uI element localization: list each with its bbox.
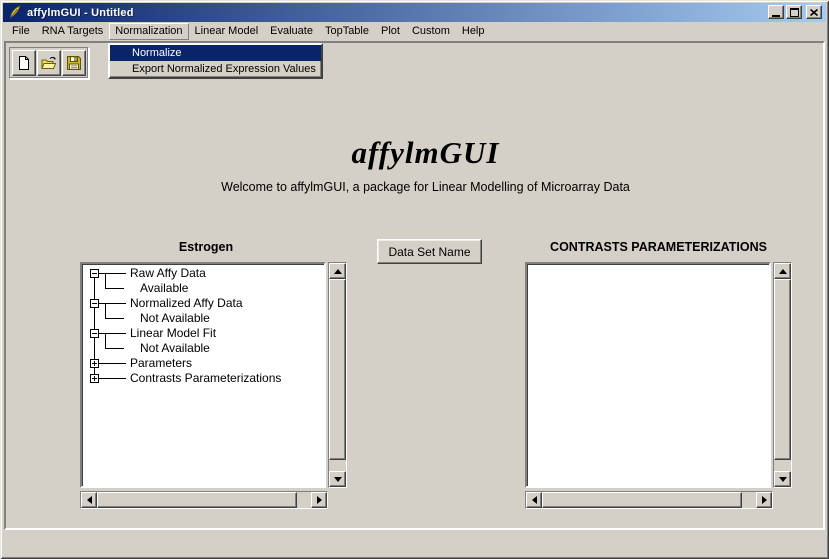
left-arrow-icon <box>87 496 92 504</box>
scroll-right-button[interactable] <box>756 492 772 508</box>
tree-connector-line <box>99 363 126 364</box>
tree-connector-line <box>105 304 106 318</box>
titlebar[interactable]: affylmGUI - Untitled <box>3 3 826 22</box>
left-vertical-scrollbar[interactable] <box>328 262 347 488</box>
tree-connector-line <box>105 334 106 348</box>
tree-node-label[interactable]: Linear Model Fit <box>130 326 216 341</box>
window-title: affylmGUI - Untitled <box>27 7 134 19</box>
menu-normalization[interactable]: Normalization <box>109 23 188 40</box>
dataset-name-button[interactable]: Data Set Name <box>377 239 482 264</box>
normalization-dropdown-menu: NormalizeExport Normalized Expression Va… <box>108 43 323 79</box>
tree-collapse-box[interactable] <box>90 329 99 338</box>
client-area: affylmGUI Welcome to affylmGUI, a packag… <box>4 41 825 530</box>
save-floppy-icon <box>66 55 82 71</box>
scroll-down-button[interactable] <box>774 471 791 487</box>
scroll-thumb[interactable] <box>542 492 742 508</box>
minimize-icon <box>772 15 780 17</box>
tree-expand-box[interactable] <box>90 359 99 368</box>
tree-connector-line <box>105 288 124 289</box>
right-arrow-icon <box>317 496 322 504</box>
app-title: affylmGUI <box>28 135 823 171</box>
left-panel-title: Estrogen <box>80 240 332 254</box>
tree-connector-line <box>105 318 124 319</box>
app-window: affylmGUI - Untitled FileRNA TargetsNorm… <box>0 0 829 559</box>
close-button[interactable] <box>806 5 822 19</box>
scroll-left-button[interactable] <box>526 492 542 508</box>
right-panel-title: CONTRASTS PARAMETERIZATIONS <box>525 240 792 254</box>
new-document-icon <box>16 55 32 71</box>
minimize-button[interactable] <box>768 5 784 19</box>
contrasts-listbox[interactable] <box>525 262 771 488</box>
menubar: FileRNA TargetsNormalizationLinear Model… <box>4 23 825 40</box>
menu-linear-model[interactable]: Linear Model <box>189 23 265 40</box>
scroll-up-button[interactable] <box>774 263 791 279</box>
down-arrow-icon <box>334 477 342 482</box>
tree-node-label[interactable]: Raw Affy Data <box>130 266 206 281</box>
right-arrow-icon <box>762 496 767 504</box>
menu-custom[interactable]: Custom <box>406 23 456 40</box>
open-file-button[interactable] <box>37 50 61 76</box>
tree-leaf-label[interactable]: Not Available <box>140 341 210 356</box>
up-arrow-icon <box>334 269 342 274</box>
status-tree-listbox[interactable]: Raw Affy DataAvailableNormalized Affy Da… <box>80 262 326 488</box>
app-feather-icon <box>7 5 22 20</box>
toolbar <box>9 47 89 79</box>
scroll-left-button[interactable] <box>81 492 97 508</box>
tree-node-label[interactable]: Parameters <box>130 356 192 371</box>
tree-connector-line <box>99 303 126 304</box>
scroll-up-button[interactable] <box>329 263 346 279</box>
scroll-down-button[interactable] <box>329 471 346 487</box>
tree-connector-line <box>99 378 126 379</box>
menu-toptable[interactable]: TopTable <box>319 23 375 40</box>
tree-node-label[interactable]: Contrasts Parameterizations <box>130 371 281 386</box>
right-vertical-scrollbar[interactable] <box>773 262 792 488</box>
tree-leaf-label[interactable]: Not Available <box>140 311 210 326</box>
save-file-button[interactable] <box>62 50 86 76</box>
welcome-text: Welcome to affylmGUI, a package for Line… <box>28 180 823 194</box>
tree-connector-line <box>105 348 124 349</box>
new-file-button[interactable] <box>12 50 36 76</box>
open-folder-icon <box>40 55 58 71</box>
window-controls <box>768 5 822 19</box>
tree-connector-line <box>99 333 126 334</box>
maximize-button[interactable] <box>786 5 802 19</box>
left-arrow-icon <box>532 496 537 504</box>
menu-file[interactable]: File <box>6 23 36 40</box>
scroll-thumb[interactable] <box>774 279 791 460</box>
down-arrow-icon <box>779 477 787 482</box>
tree-node-label[interactable]: Normalized Affy Data <box>130 296 243 311</box>
up-arrow-icon <box>779 269 787 274</box>
right-horizontal-scrollbar[interactable] <box>525 491 773 509</box>
menu-plot[interactable]: Plot <box>375 23 406 40</box>
menu-item-export-normalized-expression-values[interactable]: Export Normalized Expression Values <box>110 61 321 77</box>
tree-collapse-box[interactable] <box>90 299 99 308</box>
tree-connector-line <box>105 274 106 288</box>
menu-item-normalize[interactable]: Normalize <box>110 45 321 61</box>
menu-help[interactable]: Help <box>456 23 491 40</box>
tree-leaf-label[interactable]: Available <box>140 281 188 296</box>
tree-expand-box[interactable] <box>90 374 99 383</box>
tree-connector-line <box>99 273 126 274</box>
scroll-thumb[interactable] <box>97 492 297 508</box>
scroll-right-button[interactable] <box>311 492 327 508</box>
tree-collapse-box[interactable] <box>90 269 99 278</box>
left-horizontal-scrollbar[interactable] <box>80 491 328 509</box>
maximize-icon <box>790 8 799 17</box>
menu-rna-targets[interactable]: RNA Targets <box>36 23 110 40</box>
scroll-thumb[interactable] <box>329 279 346 460</box>
close-icon <box>810 9 818 16</box>
menu-evaluate[interactable]: Evaluate <box>264 23 319 40</box>
